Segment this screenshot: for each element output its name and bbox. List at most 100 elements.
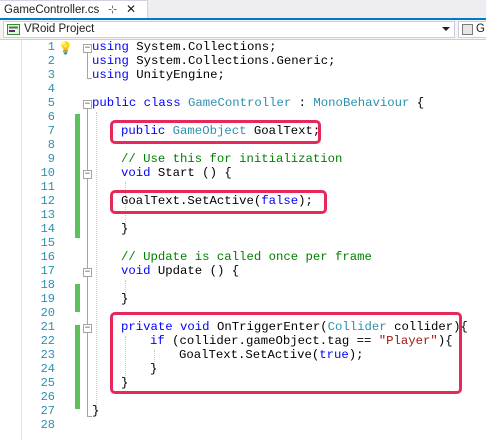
keyword-token: private: [121, 320, 173, 334]
code-text: Update () {: [150, 264, 240, 278]
code-text: OnTriggerEnter(: [209, 320, 328, 334]
keyword-token: void: [121, 166, 151, 180]
code-text: UnityEngine;: [128, 68, 225, 82]
class-icon: [462, 24, 473, 35]
line-number: 26: [40, 390, 55, 404]
line-number: 22: [40, 334, 55, 348]
tab-title: GameController.cs: [4, 3, 100, 16]
indent-guide: [96, 112, 97, 414]
code-text: System.Collections.Generic;: [128, 54, 336, 68]
code-line: }: [121, 222, 128, 236]
code-line: using System.Collections;: [92, 40, 277, 54]
keyword-token: using: [92, 40, 129, 54]
project-label: VRoid Project: [24, 23, 95, 35]
glyph-margin: [0, 40, 22, 440]
code-text: Start () {: [150, 166, 232, 180]
change-marker: [75, 114, 80, 238]
line-number: 11: [40, 180, 55, 194]
code-text: }: [150, 362, 158, 376]
keyword-token: true: [319, 348, 349, 362]
line-number: 25: [40, 376, 55, 390]
type-token: GameObject: [172, 124, 247, 138]
code-text: }: [121, 222, 129, 236]
line-number: 7: [47, 124, 55, 138]
code-text: }: [121, 292, 129, 306]
outline-guide: [87, 276, 88, 302]
keyword-token: using: [92, 68, 129, 82]
line-number: 19: [40, 292, 55, 306]
comment-token: // Update is called once per frame: [121, 250, 372, 264]
code-text: {: [409, 96, 425, 110]
outline-guide: [87, 332, 88, 386]
code-text: (collider.gameObject.tag ==: [164, 334, 379, 348]
chevron-down-icon[interactable]: [442, 27, 450, 31]
type-token: MonoBehaviour: [313, 96, 410, 110]
csharp-project-icon: [7, 24, 20, 35]
code-line: public GameObject GoalText;: [121, 124, 320, 138]
navigation-bar: VRoid Project G: [0, 20, 486, 40]
change-marker: [75, 325, 80, 409]
collapse-toggle[interactable]: −: [83, 268, 92, 277]
line-number: 21: [40, 320, 55, 334]
line-number: 14: [40, 222, 55, 236]
code-line: // Update is called once per frame: [121, 250, 372, 264]
outline-guide: [87, 178, 88, 232]
keyword-token: void: [180, 320, 210, 334]
code-text: GoalText.SetActive(: [121, 194, 262, 208]
line-number: 1: [47, 40, 55, 54]
line-number: 15: [40, 236, 55, 250]
line-number: 24: [40, 362, 55, 376]
type-dropdown[interactable]: G: [458, 21, 486, 38]
code-line: if (collider.gameObject.tag == "Player")…: [150, 334, 453, 348]
code-text: System.Collections;: [128, 40, 277, 54]
code-text: );: [348, 348, 364, 362]
keyword-token: public: [92, 96, 137, 110]
keyword-token: class: [143, 96, 181, 110]
line-number: 2: [47, 54, 55, 68]
keyword-token: false: [261, 194, 299, 208]
document-tab-strip: GameController.cs ⊹ ✕: [0, 0, 486, 20]
code-text: }: [121, 376, 129, 390]
keyword-token: using: [92, 54, 129, 68]
code-line: GoalText.SetActive(true);: [179, 348, 364, 362]
keyword-token: void: [121, 264, 151, 278]
line-number: 20: [40, 306, 55, 320]
code-line: }: [92, 404, 99, 418]
type-token: GameController: [187, 96, 292, 110]
code-line: public class GameController : MonoBehavi…: [92, 96, 424, 110]
code-line: }: [121, 376, 128, 390]
collapse-toggle[interactable]: −: [83, 324, 92, 333]
lightbulb-icon[interactable]: 💡: [58, 41, 73, 55]
close-icon[interactable]: ✕: [126, 2, 136, 16]
collapse-toggle[interactable]: −: [83, 44, 92, 53]
line-number: 6: [47, 110, 55, 124]
code-line: void Update () {: [121, 264, 239, 278]
code-editor[interactable]: 💡 − − − − − using System.Collections; us…: [0, 40, 486, 440]
code-text: );: [298, 194, 313, 208]
code-line: GoalText.SetActive(false);: [121, 194, 313, 208]
code-text: :: [291, 96, 314, 110]
line-number: 18: [40, 278, 55, 292]
project-dropdown[interactable]: VRoid Project: [3, 21, 455, 38]
line-number: 28: [40, 418, 55, 432]
collapse-toggle[interactable]: −: [83, 170, 92, 179]
line-number: 4: [47, 82, 55, 96]
keyword-token: public: [121, 124, 166, 138]
tab-gamecontroller-cs[interactable]: GameController.cs ⊹ ✕: [0, 0, 148, 18]
line-number: 9: [47, 152, 55, 166]
pin-icon[interactable]: ⊹: [108, 3, 117, 16]
line-number: 10: [40, 166, 55, 180]
line-number: 5: [47, 96, 55, 110]
type-token: Collider: [327, 320, 387, 334]
line-number: 27: [40, 404, 55, 418]
string-token: "Player": [378, 334, 438, 348]
comment-token: // Use this for initialization: [121, 152, 343, 166]
line-number: 3: [47, 68, 55, 82]
line-number: 13: [40, 208, 55, 222]
collapse-toggle[interactable]: −: [83, 100, 92, 109]
line-number: 16: [40, 250, 55, 264]
line-number: 12: [40, 194, 55, 208]
code-text: collider){: [386, 320, 468, 334]
code-text: GoalText;: [246, 124, 321, 138]
code-line: private void OnTriggerEnter(Collider col…: [121, 320, 468, 334]
